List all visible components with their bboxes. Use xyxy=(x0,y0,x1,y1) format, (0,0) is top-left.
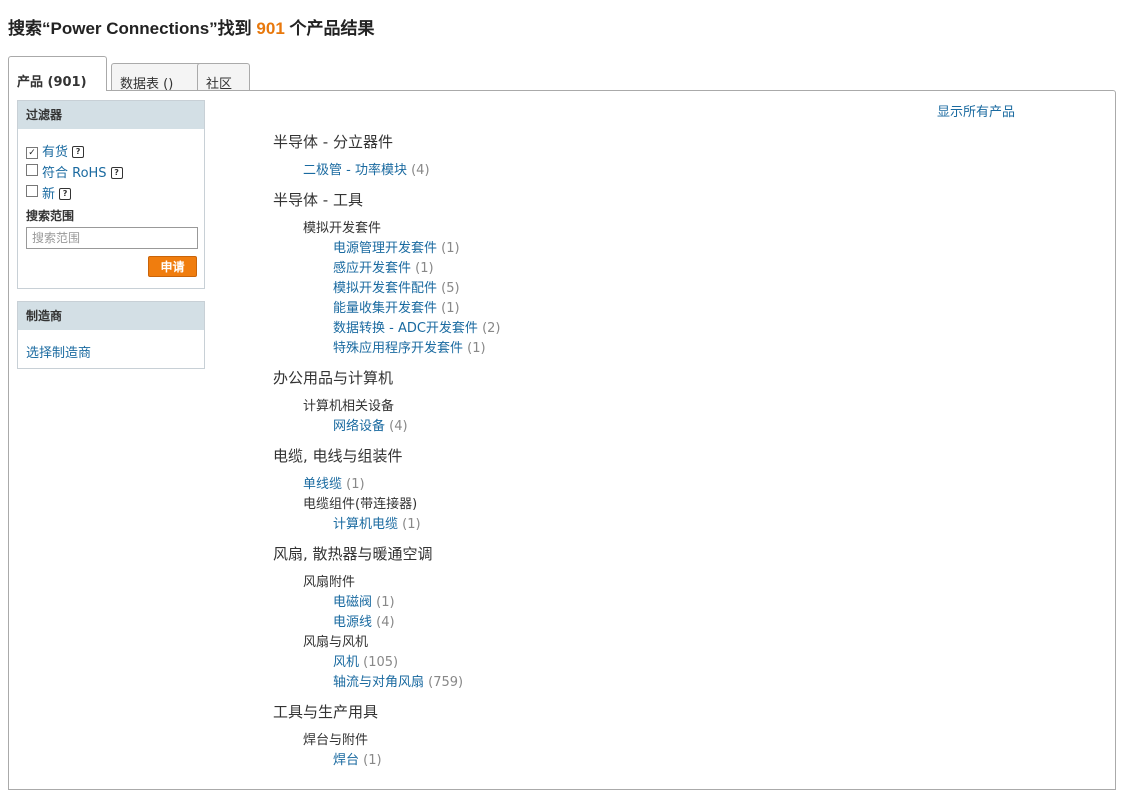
category-link[interactable]: 网络设备 xyxy=(333,419,385,434)
search-scope-input[interactable] xyxy=(26,227,198,249)
filter-rohs[interactable]: 符合 RoHS? xyxy=(26,162,123,181)
item-count: (4) xyxy=(376,615,395,630)
item-count: (1) xyxy=(376,595,395,610)
category-link[interactable]: 电源管理开发套件 xyxy=(333,241,437,256)
item-count: (759) xyxy=(428,675,464,690)
list-item[interactable]: 感应开发套件 (1) xyxy=(333,257,434,276)
list-item[interactable]: 电源管理开发套件 (1) xyxy=(333,237,460,256)
category-link[interactable]: 能量收集开发套件 xyxy=(333,301,437,316)
list-item[interactable]: 能量收集开发套件 (1) xyxy=(333,297,460,316)
in-stock-checkbox[interactable]: ✓ xyxy=(26,147,38,159)
help-icon[interactable]: ? xyxy=(59,188,72,200)
list-item[interactable]: 特殊应用程序开发套件 (1) xyxy=(333,337,486,356)
item-count: (1) xyxy=(415,261,434,276)
list-item[interactable]: 轴流与对角风扇 (759) xyxy=(333,671,463,690)
category-heading: 电缆, 电线与组装件 xyxy=(273,447,403,465)
new-label[interactable]: 新 xyxy=(42,187,55,202)
tab-products[interactable]: 产品 (901) xyxy=(8,56,107,91)
category-link[interactable]: 电磁阀 xyxy=(333,595,372,610)
item-count: (1) xyxy=(467,341,486,356)
in-stock-label[interactable]: 有货 xyxy=(42,145,68,160)
select-manufacturer-link[interactable]: 选择制造商 xyxy=(26,342,91,361)
show-all-products-link[interactable]: 显示所有产品 xyxy=(937,101,1015,120)
list-item[interactable]: 电源线 (4) xyxy=(333,611,395,630)
results-panel: 过滤器 ✓ 有货? 符合 RoHS? 新? 搜索范围 申请 制造商 选择制造商 显… xyxy=(8,90,1116,790)
category-heading: 风扇, 散热器与暖通空调 xyxy=(273,545,433,563)
rohs-checkbox[interactable] xyxy=(26,164,38,176)
tab-community[interactable]: 社区 xyxy=(197,63,250,92)
help-icon[interactable]: ? xyxy=(110,167,123,179)
list-item[interactable]: 风机 (105) xyxy=(333,651,398,670)
category-link[interactable]: 数据转换 - ADC开发套件 xyxy=(333,321,478,336)
item-count: (105) xyxy=(363,655,399,670)
category-heading: 工具与生产用具 xyxy=(273,703,379,721)
subcategory-heading: 计算机相关设备 xyxy=(303,399,395,414)
category-heading: 办公用品与计算机 xyxy=(273,369,394,387)
filter-title: 过滤器 xyxy=(18,101,204,129)
manufacturer-box: 制造商 选择制造商 xyxy=(17,301,205,369)
filter-box: 过滤器 ✓ 有货? 符合 RoHS? 新? 搜索范围 申请 xyxy=(17,100,205,289)
category-link[interactable]: 轴流与对角风扇 xyxy=(333,675,424,690)
category-link[interactable]: 单线缆 xyxy=(303,477,342,492)
item-count: (1) xyxy=(441,241,460,256)
list-item[interactable]: 电磁阀 (1) xyxy=(333,591,395,610)
item-count: (5) xyxy=(441,281,460,296)
item-count: (1) xyxy=(441,301,460,316)
subcategory-heading: 风扇附件 xyxy=(303,575,356,590)
list-item[interactable]: 焊台 (1) xyxy=(333,749,382,768)
item-count: (4) xyxy=(411,163,430,178)
help-icon[interactable]: ? xyxy=(72,146,85,158)
category-heading: 半导体 - 分立器件 xyxy=(273,133,393,151)
title-prefix: 搜索“Power Connections”找到 xyxy=(8,19,257,38)
subcategory-heading: 焊台与附件 xyxy=(303,733,369,748)
search-scope-label: 搜索范围 xyxy=(26,209,75,223)
page-title: 搜索“Power Connections”找到 901 个产品结果 xyxy=(8,14,375,39)
item-count: (1) xyxy=(346,477,365,492)
subcategory-heading: 电缆组件(带连接器) xyxy=(303,497,418,512)
category-link[interactable]: 二极管 - 功率模块 xyxy=(303,163,407,178)
list-item[interactable]: 单线缆 (1) xyxy=(303,473,365,492)
category-link[interactable]: 风机 xyxy=(333,655,359,670)
new-checkbox[interactable] xyxy=(26,185,38,197)
subcategory-heading: 风扇与风机 xyxy=(303,635,369,650)
category-link[interactable]: 电源线 xyxy=(333,615,372,630)
tab-datasheets[interactable]: 数据表 () xyxy=(111,63,202,92)
list-item[interactable]: 数据转换 - ADC开发套件 (2) xyxy=(333,317,501,336)
category-link[interactable]: 特殊应用程序开发套件 xyxy=(333,341,463,356)
subcategory-heading: 模拟开发套件 xyxy=(303,221,382,236)
manufacturer-title: 制造商 xyxy=(18,302,204,330)
category-heading: 半导体 - 工具 xyxy=(273,191,363,209)
item-count: (2) xyxy=(482,321,501,336)
list-item[interactable]: 模拟开发套件配件 (5) xyxy=(333,277,460,296)
item-count: (4) xyxy=(389,419,408,434)
category-link[interactable]: 感应开发套件 xyxy=(333,261,411,276)
item-count: (1) xyxy=(363,753,382,768)
filter-new[interactable]: 新? xyxy=(26,183,72,202)
category-link[interactable]: 模拟开发套件配件 xyxy=(333,281,437,296)
category-link[interactable]: 计算机电缆 xyxy=(333,517,398,532)
apply-button[interactable]: 申请 xyxy=(148,256,197,277)
list-item[interactable]: 网络设备 (4) xyxy=(333,415,408,434)
list-item[interactable]: 计算机电缆 (1) xyxy=(333,513,421,532)
category-link[interactable]: 焊台 xyxy=(333,753,359,768)
filter-in-stock[interactable]: ✓ 有货? xyxy=(26,141,85,160)
list-item[interactable]: 二极管 - 功率模块 (4) xyxy=(303,159,430,178)
title-suffix: 个产品结果 xyxy=(284,19,375,38)
item-count: (1) xyxy=(402,517,421,532)
rohs-label[interactable]: 符合 RoHS xyxy=(42,166,107,181)
result-count: 901 xyxy=(256,19,285,38)
